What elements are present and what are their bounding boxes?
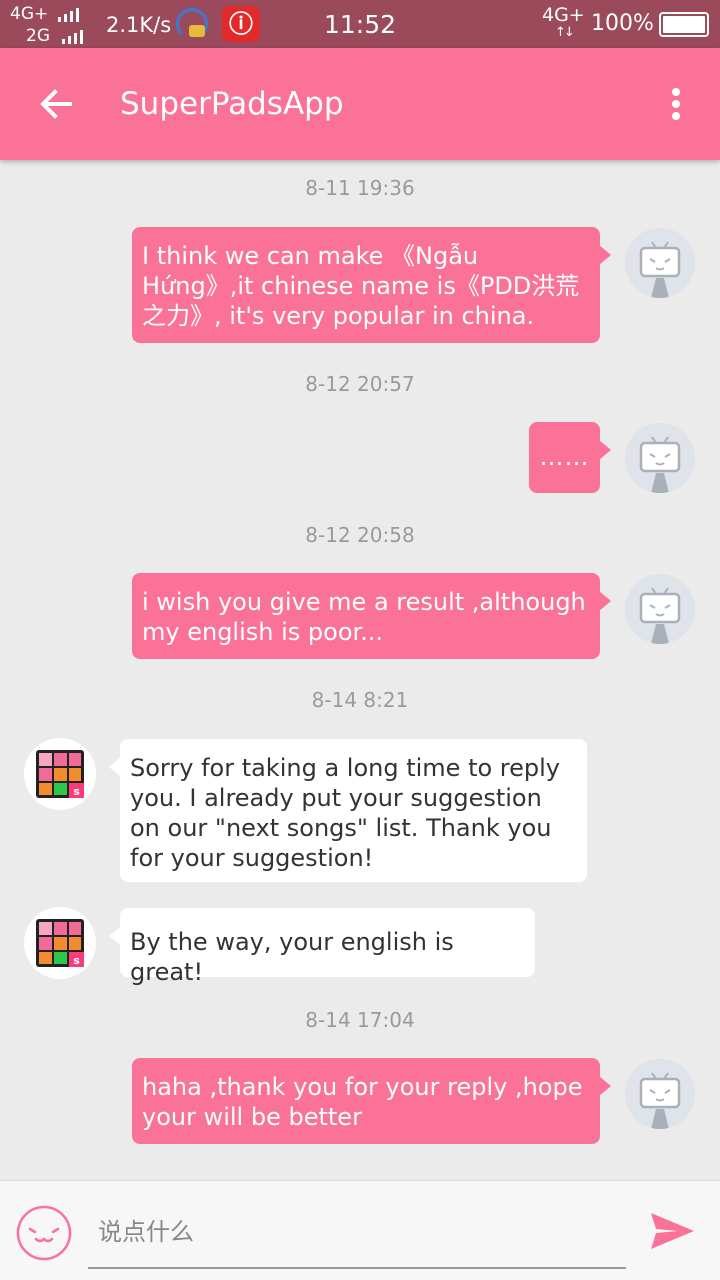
emoji-icon[interactable] — [16, 1205, 72, 1261]
network-type-right: 4G+ — [542, 4, 585, 26]
message-input-bar — [0, 1180, 720, 1280]
message-bubble-incoming[interactable]: By the way, your english is great! — [109, 908, 535, 986]
message-bubble-incoming[interactable]: Sorry for taking a long time to reply yo… — [109, 739, 587, 882]
tv-avatar-icon[interactable] — [625, 1059, 695, 1129]
tv-avatar-icon[interactable] — [625, 574, 695, 644]
message-timestamp: 8-11 19:36 — [305, 176, 415, 200]
message-bubble-outgoing[interactable]: i wish you give me a result ,although my… — [132, 573, 611, 659]
status-bar: 4G+ 2G 2.1K/s ⓘ 11:52 4G+ ↑↓ 100% — [0, 0, 720, 48]
message-bubble-outgoing[interactable]: haha ,thank you for your reply ,hope you… — [132, 1058, 611, 1144]
message-bubble-outgoing[interactable]: …… — [529, 422, 611, 493]
chat-list[interactable]: 8-11 19:36 I think we can make 《Ngẫu Hứn… — [0, 160, 720, 1180]
battery-percent: 100% — [591, 11, 654, 36]
battery-icon — [659, 12, 709, 37]
send-icon[interactable] — [648, 1207, 696, 1255]
more-vertical-icon[interactable] — [664, 84, 688, 124]
message-timestamp: 8-12 20:57 — [305, 372, 415, 396]
superpads-avatar-icon[interactable]: s — [24, 907, 96, 979]
message-timestamp: 8-14 8:21 — [311, 688, 409, 712]
arrow-left-icon[interactable] — [36, 84, 76, 124]
tv-avatar-icon[interactable] — [625, 228, 695, 298]
tv-avatar-icon[interactable] — [625, 423, 695, 493]
svg-text:s: s — [73, 785, 80, 798]
superpads-avatar-icon[interactable]: s — [24, 738, 96, 810]
message-timestamp: 8-14 17:04 — [305, 1008, 415, 1032]
message-timestamp: 8-12 20:58 — [305, 523, 415, 547]
svg-text:s: s — [73, 954, 80, 967]
data-arrows-icon: ↑↓ — [555, 25, 575, 40]
message-bubble-outgoing[interactable]: I think we can make 《Ngẫu Hứng》,it chine… — [132, 227, 611, 343]
app-bar: SuperPadsApp — [0, 48, 720, 160]
page-title: SuperPadsApp — [120, 86, 344, 122]
message-input[interactable] — [88, 1197, 626, 1269]
